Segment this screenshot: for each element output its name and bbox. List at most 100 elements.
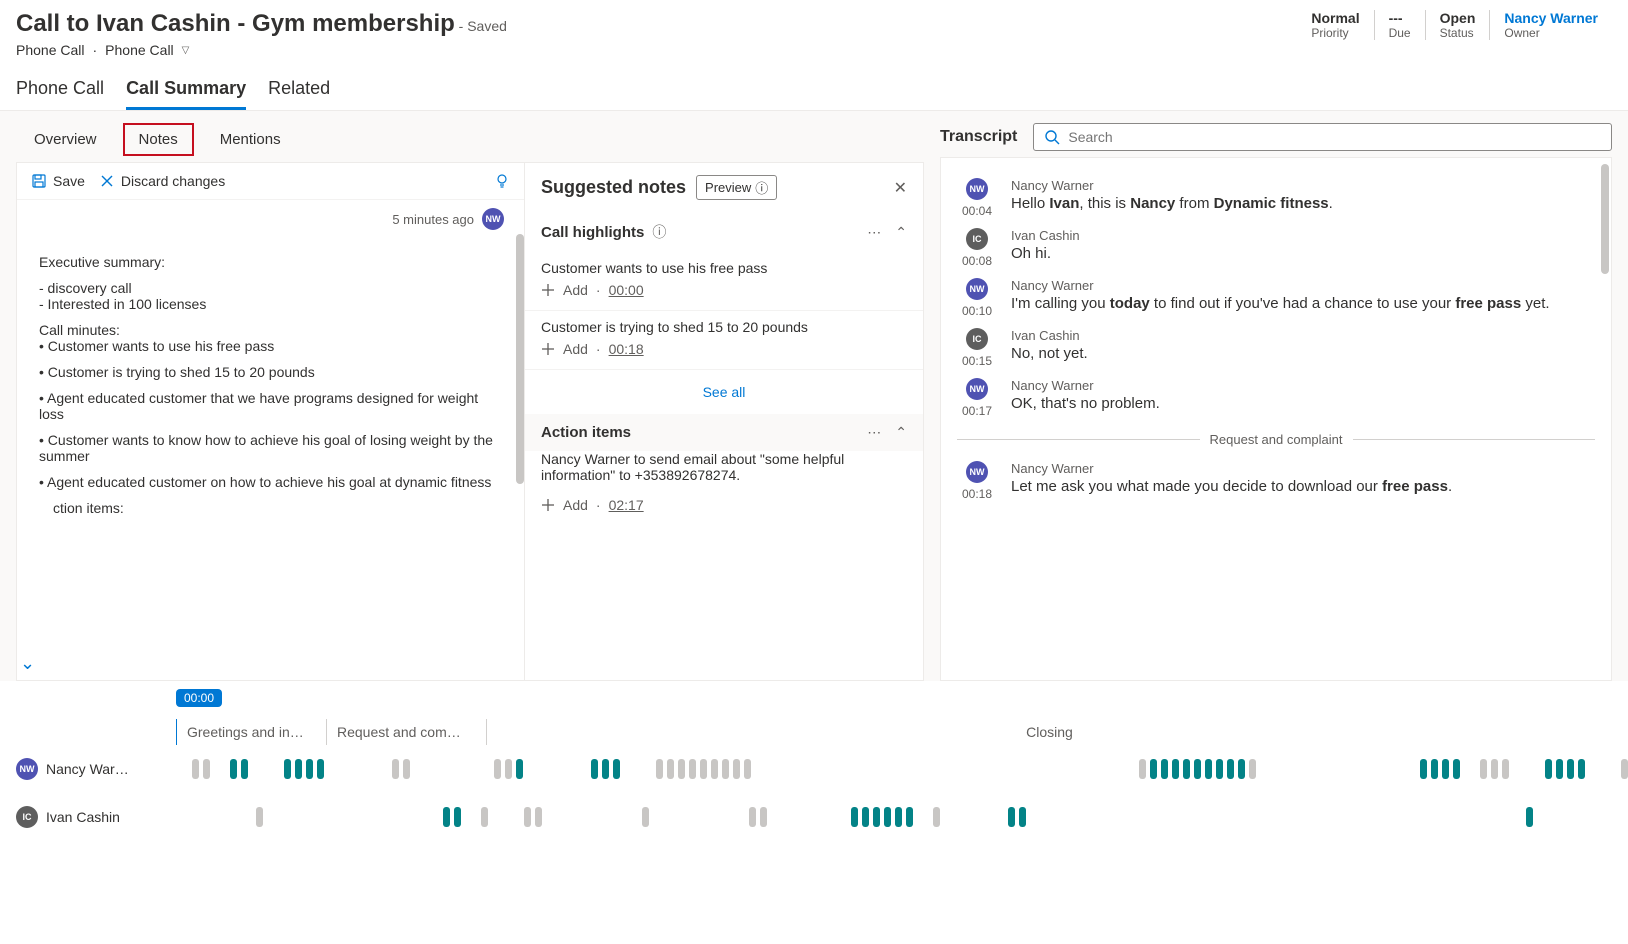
highlight-text: Customer wants to use his free pass xyxy=(541,260,907,276)
page-title: Call to Ivan Cashin - Gym membership xyxy=(16,10,455,37)
subtab-mentions[interactable]: Mentions xyxy=(206,125,295,154)
segment-request[interactable]: Request and com… xyxy=(327,719,487,745)
add-button[interactable]: Add xyxy=(563,282,588,298)
transcript-text: Hello Ivan, this is Nancy from Dynamic f… xyxy=(1011,195,1595,212)
call-highlights-heading: Call highlights xyxy=(541,224,644,241)
time-link[interactable]: 00:00 xyxy=(609,282,644,298)
avatar: NW xyxy=(16,758,38,780)
search-input[interactable] xyxy=(1033,123,1612,151)
record-header: Call to Ivan Cashin - Gym membership - S… xyxy=(0,0,1628,64)
avatar: NW xyxy=(966,461,988,483)
save-button[interactable]: Save xyxy=(31,173,85,189)
avatar: NW xyxy=(966,178,988,200)
plus-icon[interactable] xyxy=(541,342,555,356)
chevron-down-icon[interactable]: ⌄ xyxy=(20,653,35,674)
highlight-text: Customer is trying to shed 15 to 20 poun… xyxy=(541,319,907,335)
status-fields: Normal Priority --- Due Open Status Nanc… xyxy=(1297,10,1612,58)
transcript-row[interactable]: NW 00:04 Nancy Warner Hello Ivan, this is N… xyxy=(957,178,1595,218)
crumb-entity: Phone Call xyxy=(16,42,85,58)
add-button[interactable]: Add xyxy=(563,341,588,357)
tab-phone-call[interactable]: Phone Call xyxy=(16,78,104,110)
status-value[interactable]: Open xyxy=(1440,10,1476,26)
action-item-text: Nancy Warner to send email about "some h… xyxy=(525,451,923,491)
speaker-name: Ivan Cashin xyxy=(46,809,120,825)
priority-value[interactable]: Normal xyxy=(1311,10,1359,26)
plus-icon[interactable] xyxy=(541,498,555,512)
chevron-up-icon[interactable]: ⌃ xyxy=(895,424,907,441)
waveform-speaker1[interactable] xyxy=(176,759,1628,779)
playhead[interactable]: 00:00 xyxy=(176,689,222,707)
speaker-name: Nancy War… xyxy=(46,761,129,777)
transcript-time: 00:04 xyxy=(957,204,997,218)
crumb-form[interactable]: Phone Call xyxy=(105,42,174,58)
saved-indicator: - Saved xyxy=(459,18,507,34)
time-link[interactable]: 00:18 xyxy=(609,341,644,357)
more-icon[interactable]: ⋯ xyxy=(867,224,881,241)
transcript-time: 00:10 xyxy=(957,304,997,318)
suggested-notes-title: Suggested notes xyxy=(541,177,686,198)
save-icon xyxy=(31,173,47,189)
owner-link[interactable]: Nancy Warner xyxy=(1504,10,1598,26)
transcript-text: OK, that's no problem. xyxy=(1011,395,1595,412)
transcript-row[interactable]: NW 00:10 Nancy Warner I'm calling you today… xyxy=(957,278,1595,318)
transcript-list[interactable]: NW 00:04 Nancy Warner Hello Ivan, this is N… xyxy=(940,157,1612,681)
waveform-speaker2[interactable] xyxy=(176,807,1628,827)
transcript-time: 00:17 xyxy=(957,404,997,418)
tab-call-summary[interactable]: Call Summary xyxy=(126,78,246,110)
transcript-text: I'm calling you today to find out if you… xyxy=(1011,295,1595,312)
subtab-overview[interactable]: Overview xyxy=(20,125,111,154)
preview-button[interactable]: Preview ⓘ xyxy=(696,175,777,200)
avatar: IC xyxy=(16,806,38,828)
subtab-notes[interactable]: Notes xyxy=(123,123,194,156)
transcript-row[interactable]: IC 00:08 Ivan Cashin Oh hi. xyxy=(957,228,1595,268)
close-icon xyxy=(99,173,115,189)
transcript-text: Let me ask you what made you decide to d… xyxy=(1011,478,1595,495)
transcript-text: No, not yet. xyxy=(1011,345,1595,362)
tab-related[interactable]: Related xyxy=(268,78,330,110)
see-all-link[interactable]: See all xyxy=(525,370,923,414)
transcript-speaker: Ivan Cashin xyxy=(1011,328,1595,343)
scrollbar[interactable] xyxy=(516,234,524,484)
segment-closing[interactable]: Closing xyxy=(487,719,1612,745)
transcript-row[interactable]: NW 00:18 Nancy Warner Let me ask you what m… xyxy=(957,461,1595,501)
transcript-speaker: Nancy Warner xyxy=(1011,461,1595,476)
avatar: NW xyxy=(966,278,988,300)
notes-timestamp: 5 minutes ago xyxy=(392,212,474,227)
info-icon[interactable]: ⓘ xyxy=(652,222,666,242)
avatar: IC xyxy=(966,328,988,350)
transcript-speaker: Nancy Warner xyxy=(1011,278,1595,293)
avatar: NW xyxy=(482,208,504,230)
transcript-speaker: Ivan Cashin xyxy=(1011,228,1595,243)
transcript-row[interactable]: IC 00:15 Ivan Cashin No, not yet. xyxy=(957,328,1595,368)
segment-divider: Request and complaint xyxy=(957,432,1595,447)
chevron-up-icon[interactable]: ⌃ xyxy=(895,224,907,241)
plus-icon[interactable] xyxy=(541,283,555,297)
avatar: NW xyxy=(966,378,988,400)
close-suggested-icon[interactable]: ✕ xyxy=(894,178,907,198)
transcript-time: 00:18 xyxy=(957,487,997,501)
due-value[interactable]: --- xyxy=(1389,10,1411,26)
transcript-row[interactable]: NW 00:17 Nancy Warner OK, that's no problem… xyxy=(957,378,1595,418)
main-tabs: Phone Call Call Summary Related xyxy=(0,64,1628,111)
transcript-speaker: Nancy Warner xyxy=(1011,178,1595,193)
chevron-down-icon[interactable]: ▽ xyxy=(182,45,190,56)
transcript-heading: Transcript xyxy=(940,128,1017,146)
scrollbar[interactable] xyxy=(1601,164,1609,274)
search-icon xyxy=(1044,129,1060,145)
avatar: IC xyxy=(966,228,988,250)
notes-editor[interactable]: Executive summary: - discovery call - In… xyxy=(17,234,524,536)
action-items-heading: Action items xyxy=(541,424,631,441)
time-link[interactable]: 02:17 xyxy=(609,497,644,513)
breadcrumb: Phone Call · Phone Call ▽ xyxy=(16,42,507,58)
transcript-text: Oh hi. xyxy=(1011,245,1595,262)
lightbulb-icon[interactable] xyxy=(494,173,510,189)
info-icon: ⓘ xyxy=(755,178,768,197)
segment-greeting[interactable]: Greetings and in… xyxy=(177,719,327,745)
transcript-time: 00:08 xyxy=(957,254,997,268)
discard-button[interactable]: Discard changes xyxy=(99,173,225,189)
add-button[interactable]: Add xyxy=(563,497,588,513)
more-icon[interactable]: ⋯ xyxy=(867,424,881,441)
transcript-speaker: Nancy Warner xyxy=(1011,378,1595,393)
call-timeline: ⌄ 00:00 Greetings and in… Request and co… xyxy=(0,681,1628,841)
transcript-time: 00:15 xyxy=(957,354,997,368)
